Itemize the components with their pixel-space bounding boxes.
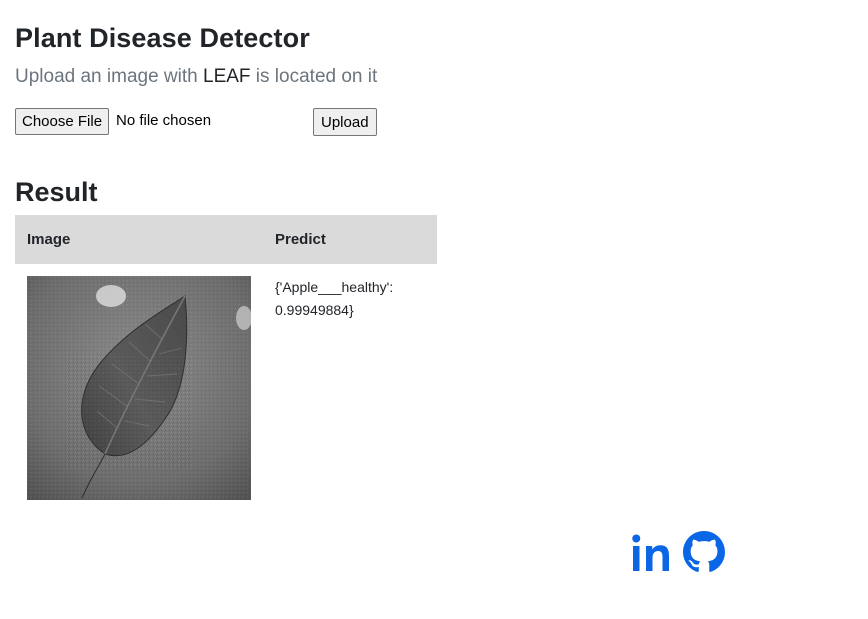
subtitle-emphasis: LEAF: [203, 66, 251, 87]
subtitle-text-pre: Upload an image with: [15, 66, 203, 87]
leaf-image: [27, 276, 251, 500]
github-icon[interactable]: [683, 531, 725, 573]
table-header-row: Image Predict: [15, 215, 437, 264]
column-header-image: Image: [15, 215, 263, 264]
result-table: Image Predict {'Apple___healthy': 0.9994…: [15, 215, 437, 500]
prediction-cell: {'Apple___healthy': 0.99949884}: [275, 279, 394, 318]
choose-file-button[interactable]: Choose File: [15, 108, 110, 135]
social-links: [631, 531, 731, 575]
page-title: Plant Disease Detector: [15, 23, 310, 53]
table-row: {'Apple___healthy': 0.99949884}: [15, 264, 437, 500]
subtitle-text-post: is located on it: [250, 66, 378, 87]
page-subtitle: Upload an image with LEAF is located on …: [15, 64, 377, 90]
linkedin-icon[interactable]: [631, 533, 677, 573]
column-header-predict: Predict: [263, 215, 437, 264]
upload-button[interactable]: Upload: [313, 108, 377, 136]
upload-form: Choose File No file chosen Upload: [15, 108, 415, 136]
image-cell: [15, 264, 263, 500]
result-heading: Result: [15, 177, 98, 207]
file-status-text: No file chosen: [116, 112, 212, 129]
